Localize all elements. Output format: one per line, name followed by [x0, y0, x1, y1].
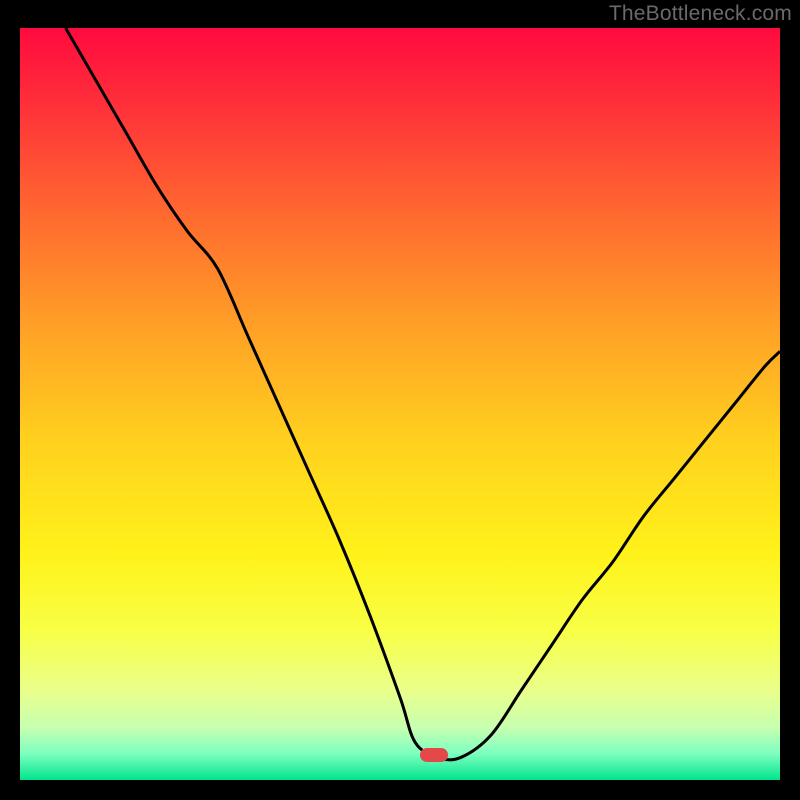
- plot-area: [20, 28, 780, 780]
- optimal-marker: [420, 748, 448, 762]
- bottleneck-curve: [20, 28, 780, 780]
- watermark-text: TheBottleneck.com: [609, 2, 792, 26]
- chart-frame: TheBottleneck.com: [0, 0, 800, 800]
